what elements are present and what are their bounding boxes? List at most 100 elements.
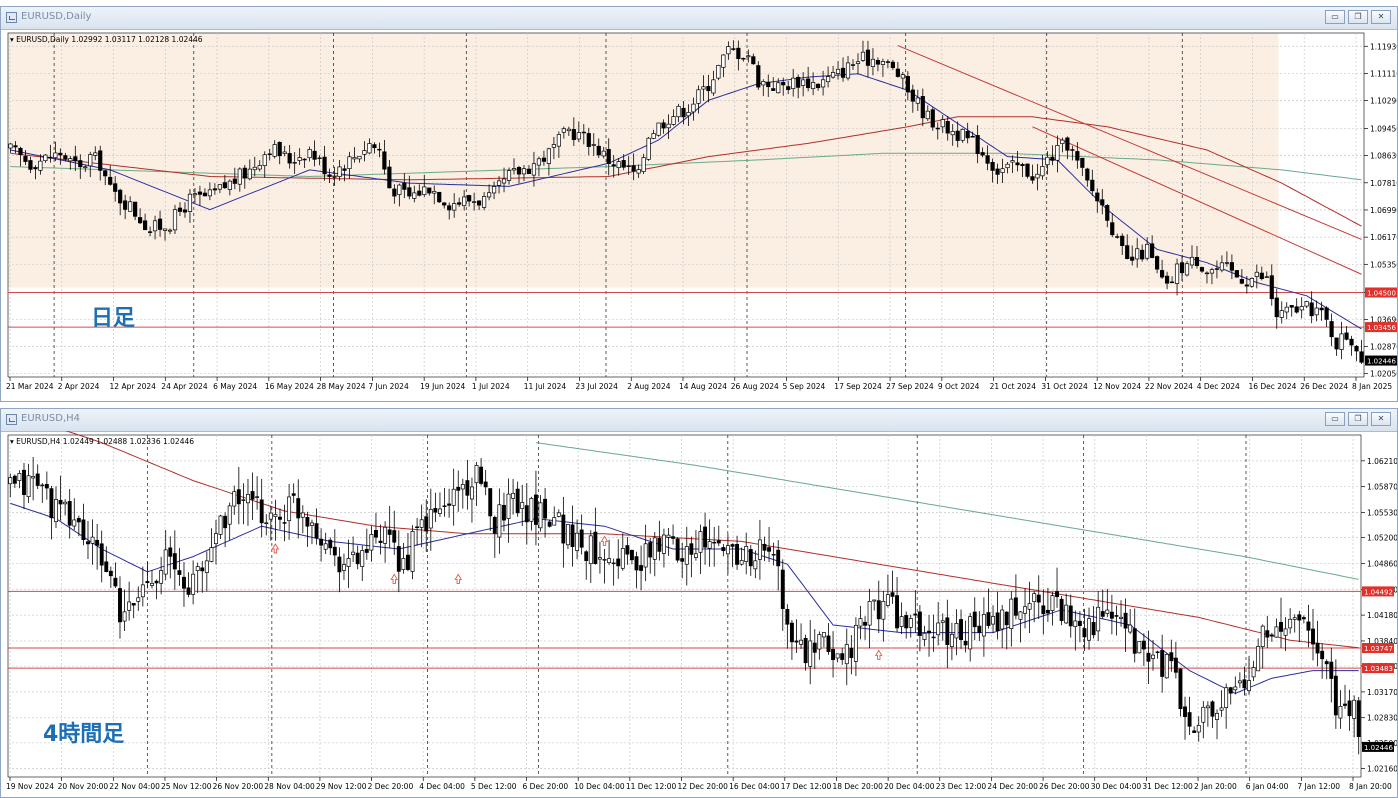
candle-body — [1343, 703, 1347, 706]
candle-body — [1128, 624, 1133, 633]
candle-body — [895, 68, 900, 77]
candle-body — [811, 82, 816, 90]
candle-body — [985, 155, 990, 164]
candle-body — [1283, 628, 1288, 636]
candle-body — [1135, 248, 1140, 260]
candle-body — [625, 545, 630, 555]
date-tick-label: 12 Apr 2024 — [110, 382, 157, 391]
candle-body — [1224, 687, 1229, 709]
minimize-button[interactable]: ▭ — [1325, 412, 1345, 426]
candle-body — [1354, 345, 1359, 352]
daily-price-chart[interactable]: 1.11930 1.11110 1.10290 1.09450 1.08630 1.078… — [1, 29, 1397, 401]
candle-body — [781, 81, 786, 86]
date-tick-label: 25 Nov 12:00 — [161, 782, 212, 791]
price-tick-label: 1.11110 — [1370, 69, 1397, 78]
candle-body — [601, 150, 606, 157]
candle-body — [913, 613, 918, 616]
candle-body — [138, 217, 143, 224]
candle-body — [143, 220, 148, 231]
restore-button[interactable]: ❐ — [1348, 10, 1368, 24]
date-tick-label: 22 Nov 04:00 — [109, 782, 160, 791]
price-tick-label: 1.07810 — [1370, 179, 1397, 188]
candle-body — [1189, 256, 1195, 266]
candle-body — [1114, 615, 1119, 617]
candle-body — [17, 473, 22, 481]
candle-body — [940, 620, 945, 623]
candlestick — [930, 107, 935, 131]
h4-title-bar[interactable]: EURUSD,H4 ▭ ❐ ✕ — [1, 409, 1397, 432]
candle-body — [616, 558, 621, 567]
date-tick-label: 7 Jan 12:00 — [1297, 782, 1340, 791]
candle-body — [1123, 612, 1128, 629]
candle-body — [419, 519, 424, 528]
candle-body — [803, 637, 808, 664]
daily-title-bar[interactable]: EURUSD,Daily ▭ ❐ ✕ — [1, 7, 1397, 30]
restore-button[interactable]: ❐ — [1348, 412, 1368, 426]
candle-body — [1315, 642, 1320, 654]
candle-body — [980, 152, 985, 156]
candle-body — [656, 122, 661, 136]
candle-body — [241, 499, 246, 501]
candle-body — [1237, 680, 1242, 684]
candle-body — [806, 78, 811, 89]
candle-body — [643, 543, 648, 568]
candle-body — [1324, 661, 1329, 665]
candle-body — [1036, 594, 1041, 603]
candle-body — [328, 539, 333, 549]
date-tick-label: 7 Jun 2024 — [368, 382, 409, 391]
candle-body — [1269, 634, 1274, 637]
date-tick-label: 31 Oct 2024 — [1041, 382, 1088, 391]
date-tick-label: 4 Dec 2024 — [1197, 382, 1240, 391]
candle-body — [636, 169, 641, 174]
timeframe-annotation: 4時間足 — [43, 722, 124, 747]
candle-body — [1087, 618, 1091, 641]
minimize-button[interactable]: ▭ — [1325, 10, 1345, 24]
candle-body — [1105, 609, 1110, 614]
candle-body — [447, 205, 452, 211]
price-tick-label: 1.05870 — [1367, 483, 1397, 492]
price-label-text: 1.03456 — [1367, 324, 1396, 332]
candle-body — [950, 131, 955, 136]
candle-body — [374, 530, 378, 538]
candle-body — [579, 529, 584, 548]
candle-body — [442, 202, 447, 206]
close-button[interactable]: ✕ — [1371, 412, 1391, 426]
candle-body — [209, 547, 214, 562]
candle-body — [1090, 179, 1095, 192]
candle-body — [369, 534, 374, 551]
candle-body — [483, 481, 488, 488]
candle-body — [103, 170, 108, 177]
close-button[interactable]: ✕ — [1371, 10, 1391, 24]
candle-body — [1254, 271, 1259, 277]
date-tick-label: 6 Dec 20:00 — [523, 782, 569, 791]
price-tick-label: 1.11930 — [1370, 42, 1397, 51]
candle-body — [287, 153, 292, 164]
candle-body — [8, 477, 13, 485]
candle-body — [1320, 650, 1325, 660]
candle-body — [1000, 168, 1005, 173]
candle-body — [1344, 332, 1349, 340]
candle-body — [1199, 267, 1205, 272]
candle-body — [520, 502, 525, 509]
candle-body — [762, 543, 767, 551]
candle-body — [227, 180, 232, 190]
candle-body — [701, 86, 706, 90]
candle-body — [396, 546, 401, 572]
time-axis: 19 Nov 2024 20 Nov 20:00 22 Nov 04:00 25 No… — [6, 777, 1392, 791]
candlestick — [716, 64, 721, 81]
h4-price-chart[interactable]: 1.062101.058701.055301.052001.048601.045… — [1, 431, 1397, 797]
candle-body — [716, 540, 721, 544]
candle-body — [1224, 262, 1229, 264]
candle-body — [1173, 657, 1178, 673]
price-label-text: 1.02446 — [1364, 744, 1393, 752]
candle-body — [262, 154, 267, 167]
candle-body — [1045, 609, 1050, 614]
candle-body — [561, 128, 566, 133]
candle-body — [853, 624, 858, 662]
candle-body — [931, 636, 936, 639]
candle-body — [287, 496, 292, 522]
candle-body — [925, 110, 930, 120]
price-tick-label: 1.06170 — [1370, 233, 1397, 242]
candle-body — [147, 231, 153, 233]
timeframe-annotation: 日足 — [91, 306, 135, 331]
